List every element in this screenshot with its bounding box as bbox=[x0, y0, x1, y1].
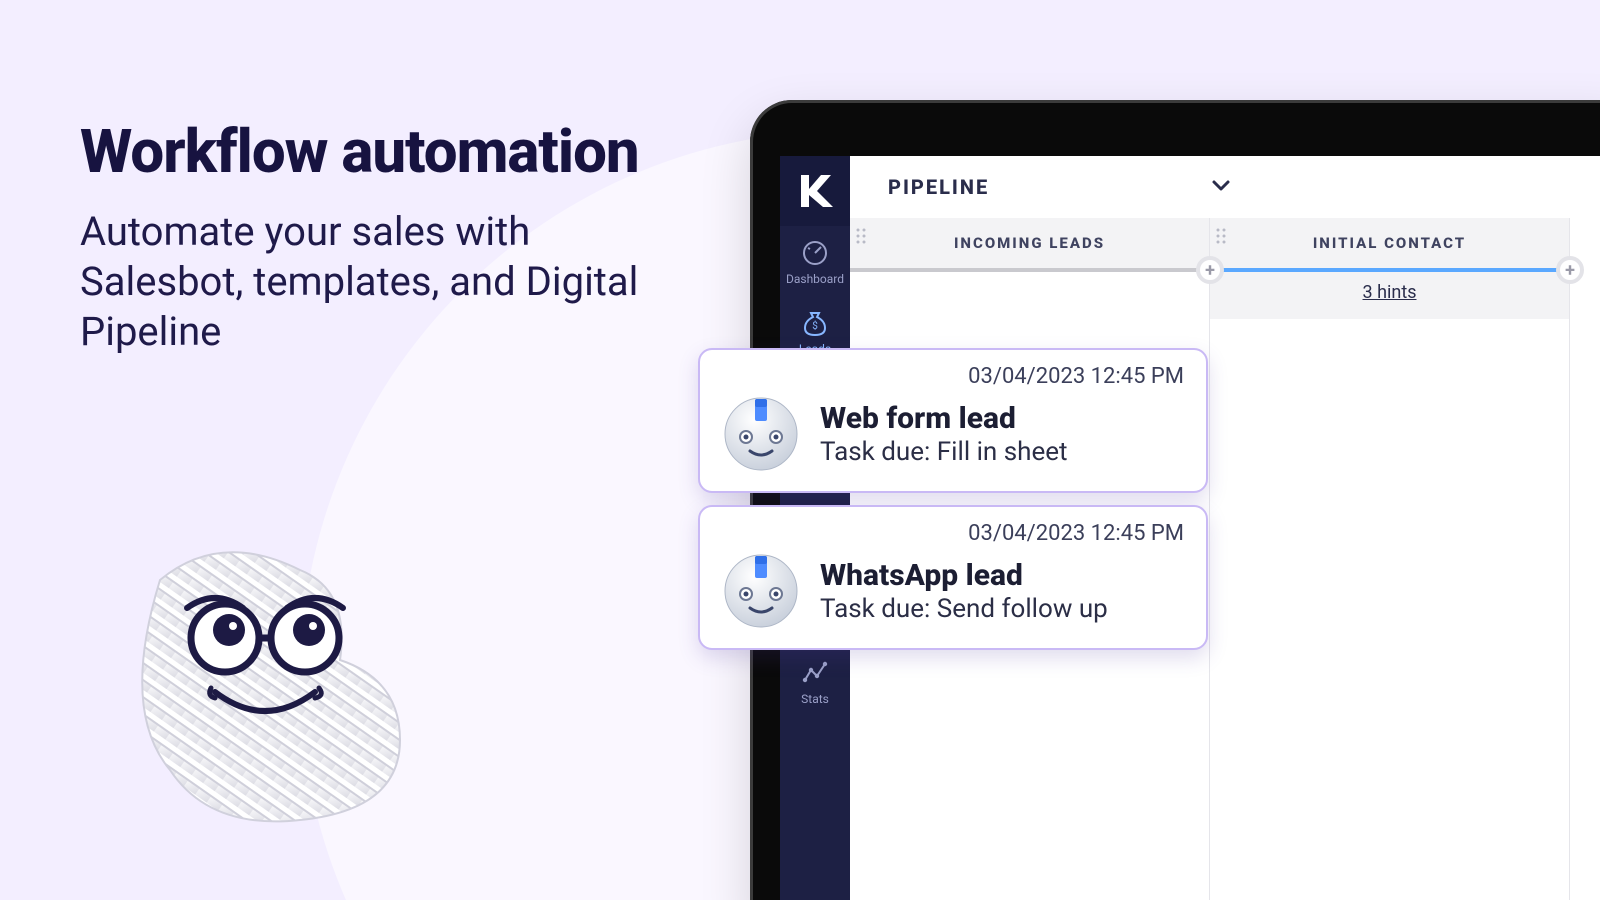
add-stage-button[interactable]: + bbox=[1196, 256, 1224, 284]
hero-title: Workflow automation bbox=[80, 120, 640, 183]
notification-title: WhatsApp lead bbox=[820, 559, 1108, 592]
notification-title: Web form lead bbox=[820, 402, 1068, 435]
column-header: INITIAL CONTACT bbox=[1210, 218, 1569, 268]
notification-stack: 03/04/2023 12:45 PM Web form lead Task d… bbox=[698, 348, 1208, 662]
sidebar-item-label: Stats bbox=[801, 692, 829, 706]
bot-avatar-icon bbox=[722, 395, 800, 473]
svg-text:$: $ bbox=[812, 319, 818, 332]
brand-logo[interactable] bbox=[780, 156, 850, 226]
moneybag-icon: $ bbox=[800, 308, 830, 338]
notification-subtitle: Task due: Fill in sheet bbox=[820, 437, 1068, 467]
sidebar-item-label: Dashboard bbox=[786, 272, 844, 286]
hero-copy: Workflow automation Automate your sales … bbox=[80, 120, 640, 357]
chevron-down-icon bbox=[1209, 173, 1233, 201]
pipeline-column-initial-contact[interactable]: INITIAL CONTACT + 3 hints bbox=[1210, 218, 1570, 900]
drag-handle-icon[interactable] bbox=[856, 228, 866, 244]
column-hints-link[interactable]: 3 hints bbox=[1210, 272, 1569, 319]
speedometer-icon bbox=[800, 238, 830, 268]
mascot-illustration bbox=[100, 540, 440, 840]
bot-avatar-icon bbox=[722, 552, 800, 630]
chart-icon bbox=[800, 658, 830, 688]
notification-subtitle: Task due: Send follow up bbox=[820, 594, 1108, 624]
notification-card[interactable]: 03/04/2023 12:45 PM WhatsApp lead Task d… bbox=[698, 505, 1208, 650]
sidebar-item-dashboard[interactable]: Dashboard bbox=[780, 226, 850, 296]
add-stage-button[interactable]: + bbox=[1556, 256, 1584, 284]
notification-timestamp: 03/04/2023 12:45 PM bbox=[722, 521, 1184, 546]
notification-card[interactable]: 03/04/2023 12:45 PM Web form lead Task d… bbox=[698, 348, 1208, 493]
pipeline-header[interactable]: PIPELINE bbox=[850, 156, 1600, 218]
column-body[interactable] bbox=[1210, 319, 1569, 900]
notification-timestamp: 03/04/2023 12:45 PM bbox=[722, 364, 1184, 389]
drag-handle-icon[interactable] bbox=[1216, 228, 1226, 244]
column-title: INCOMING LEADS bbox=[954, 234, 1105, 252]
column-header: INCOMING LEADS bbox=[850, 218, 1209, 268]
k-logo-icon bbox=[795, 171, 835, 211]
hero-subtitle: Automate your sales with Salesbot, templ… bbox=[80, 207, 640, 357]
column-title: INITIAL CONTACT bbox=[1313, 234, 1466, 252]
pipeline-title: PIPELINE bbox=[888, 175, 989, 199]
